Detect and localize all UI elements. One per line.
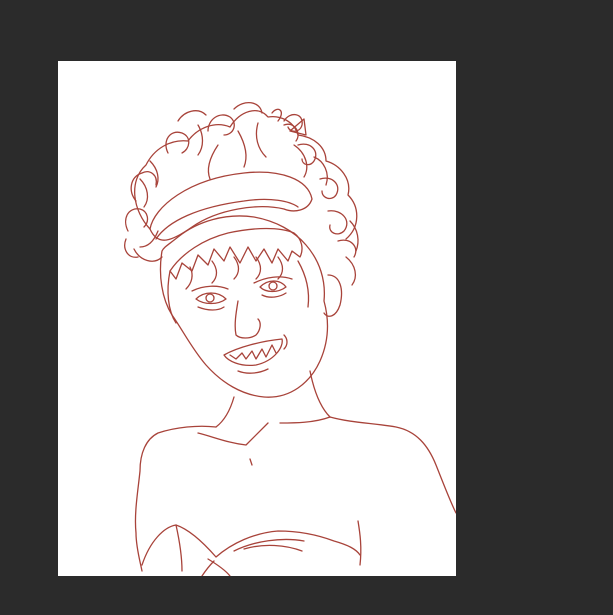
right-shoulder	[329, 416, 456, 514]
face-outline	[159, 215, 329, 398]
nose	[234, 300, 261, 339]
left-shoulder	[134, 425, 217, 572]
editor-workspace	[0, 0, 613, 615]
neck	[215, 396, 235, 428]
hair-curls	[134, 110, 358, 240]
line-art-sketch	[124, 102, 456, 576]
left-eyebrow	[191, 285, 229, 292]
document-canvas[interactable]	[58, 61, 456, 576]
